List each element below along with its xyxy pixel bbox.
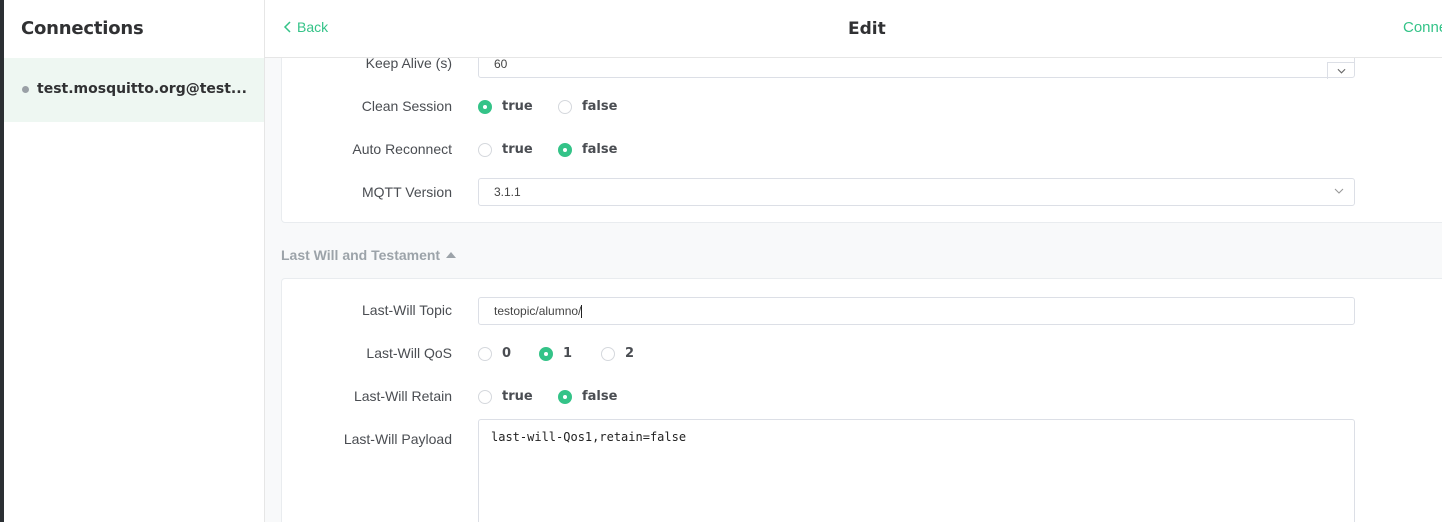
connection-item[interactable]: test.mosquitto.org@test... <box>4 58 264 122</box>
radio-checked-icon <box>478 99 492 114</box>
radio-label: false <box>582 389 618 404</box>
auto-reconnect-label: Auto Reconnect <box>352 141 452 157</box>
page-title: Edit <box>848 19 886 39</box>
chevron-left-icon <box>283 21 291 33</box>
caret-up-icon <box>446 252 457 258</box>
radio-unchecked-icon <box>601 346 615 361</box>
lwt-retain-false-radio[interactable]: false <box>558 389 617 404</box>
back-button[interactable]: Back <box>283 19 328 35</box>
lwt-retain-true-radio[interactable]: true <box>478 389 533 404</box>
radio-unchecked-icon <box>478 346 492 361</box>
connection-label: test.mosquitto.org@test... <box>37 81 247 97</box>
radio-checked-icon <box>558 142 572 157</box>
mqtt-version-select[interactable]: 3.1.1 <box>478 178 1355 206</box>
connection-status-dot <box>22 86 29 93</box>
lwt-card: Last-Will Topic testopic/alumno/ Last-Wi… <box>281 278 1442 522</box>
clean-session-false-radio[interactable]: false <box>558 99 617 114</box>
lwt-section-toggle[interactable]: Last Will and Testament <box>281 247 457 263</box>
lwt-payload-label: Last-Will Payload <box>343 431 452 447</box>
lwt-qos-1-radio[interactable]: 1 <box>539 346 572 361</box>
back-label: Back <box>297 19 329 35</box>
keep-alive-label: Keep Alive (s) <box>365 58 452 71</box>
radio-label: true <box>502 99 533 114</box>
lwt-qos-2-radio[interactable]: 2 <box>601 346 634 361</box>
radio-label: 0 <box>502 346 512 361</box>
clean-session-true-radio[interactable]: true <box>478 99 533 114</box>
main-content[interactable]: Keep Alive (s) 60 Clean Session true fal… <box>265 58 1442 522</box>
lwt-topic-input[interactable]: testopic/alumno/ <box>478 297 1355 325</box>
chevron-down-icon <box>1337 68 1346 74</box>
text-cursor <box>581 305 583 319</box>
connections-sidebar: Connections test.mosquitto.org@test... <box>4 0 265 522</box>
radio-label: 2 <box>625 346 635 361</box>
radio-label: 1 <box>563 346 573 361</box>
keep-alive-decrement[interactable] <box>1327 62 1355 79</box>
auto-reconnect-true-radio[interactable]: true <box>478 142 533 157</box>
chevron-down-icon <box>1334 188 1344 194</box>
radio-label: false <box>582 142 618 157</box>
radio-unchecked-icon <box>478 142 492 157</box>
lwt-retain-label: Last-Will Retain <box>353 388 452 404</box>
sidebar-title: Connections <box>21 18 144 39</box>
lwt-payload-editor[interactable]: last-will-Qos1,retain=false <box>478 419 1355 522</box>
auto-reconnect-false-radio[interactable]: false <box>558 142 617 157</box>
general-settings-card: Keep Alive (s) 60 Clean Session true fal… <box>281 58 1442 223</box>
radio-label: true <box>502 389 533 404</box>
connect-button[interactable]: Conne <box>1403 19 1442 36</box>
radio-unchecked-icon <box>478 389 492 404</box>
radio-label: false <box>582 99 618 114</box>
keep-alive-value: 60 <box>494 58 508 71</box>
radio-checked-icon <box>558 389 572 404</box>
keep-alive-input[interactable]: 60 <box>478 58 1355 79</box>
lwt-qos-0-radio[interactable]: 0 <box>478 346 511 361</box>
lwt-topic-label: Last-Will Topic <box>362 302 452 318</box>
radio-checked-icon <box>539 346 553 361</box>
radio-unchecked-icon <box>558 99 572 114</box>
lwt-topic-value: testopic/alumno/ <box>494 304 582 318</box>
clean-session-label: Clean Session <box>361 98 452 114</box>
lwt-section-title: Last Will and Testament <box>281 247 441 263</box>
radio-label: true <box>502 142 533 157</box>
lwt-qos-label: Last-Will QoS <box>366 345 452 361</box>
mqtt-version-value: 3.1.1 <box>494 185 521 199</box>
top-bar: Back Edit Conne <box>265 0 1442 58</box>
mqtt-version-label: MQTT Version <box>362 184 452 200</box>
